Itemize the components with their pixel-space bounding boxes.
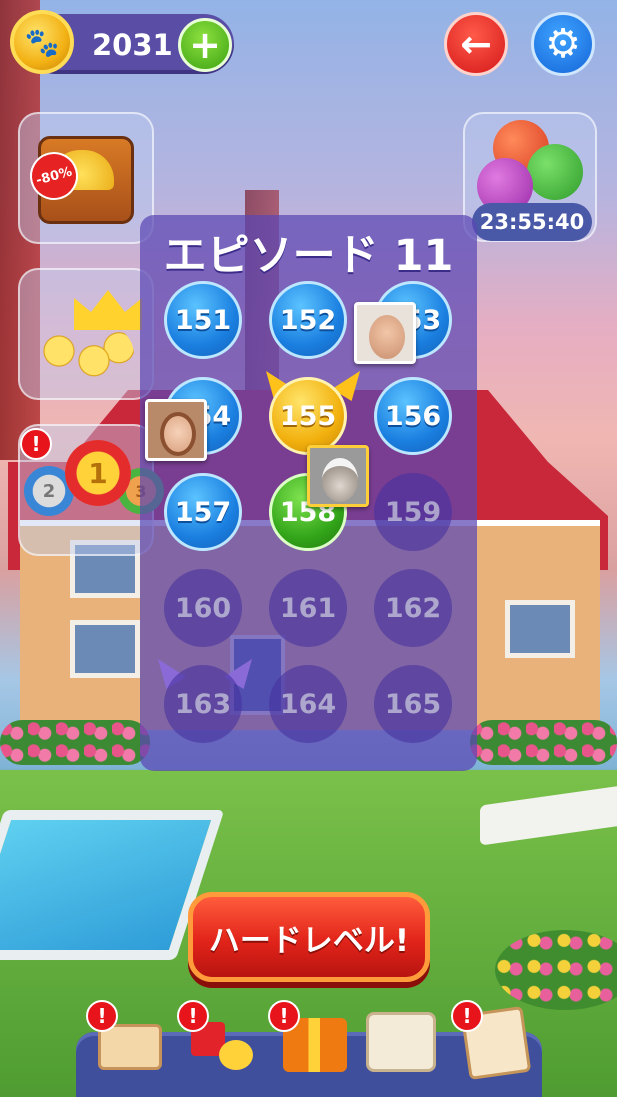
- episode-title: エピソード 11: [163, 231, 454, 281]
- house-window: [505, 600, 575, 658]
- house-window: [70, 620, 140, 678]
- alert-badge: !: [451, 1000, 483, 1032]
- add-coins-button[interactable]: +: [178, 18, 232, 72]
- level-button[interactable]: 156: [374, 377, 452, 455]
- settings-button[interactable]: ⚙: [531, 12, 595, 76]
- coin-count: 2031: [92, 28, 173, 62]
- yarn-ball-icon: [527, 144, 583, 200]
- friend-avatar[interactable]: [145, 399, 207, 461]
- locked-level-button[interactable]: 164: [269, 665, 347, 743]
- paw-coin-icon: 🐾: [10, 10, 74, 74]
- vip-crown-button[interactable]: [18, 268, 154, 400]
- level-button[interactable]: 151: [164, 281, 242, 359]
- coin-chest-offer-button[interactable]: -80%: [18, 112, 154, 244]
- gold-medal-icon: 1: [65, 440, 131, 506]
- event-timer: 23:55:40: [472, 203, 592, 241]
- alert-badge: !: [177, 1000, 209, 1032]
- hard-level-button[interactable]: ハードレベル!: [188, 892, 430, 982]
- coin-icon: [219, 1040, 253, 1070]
- flower-hedge: [470, 720, 617, 765]
- store-icon: [366, 1012, 436, 1072]
- locked-level-button[interactable]: 163: [164, 665, 242, 743]
- friend-avatar[interactable]: [307, 445, 369, 507]
- face-icon: [369, 315, 405, 359]
- level-button[interactable]: 157: [164, 473, 242, 551]
- crown-icon: [74, 290, 142, 330]
- alert-badge: !: [86, 1000, 118, 1032]
- crown-coins-icon: [34, 290, 142, 390]
- friend-avatar[interactable]: [354, 302, 416, 364]
- store-button[interactable]: [362, 1002, 438, 1078]
- locked-level-button[interactable]: 165: [374, 665, 452, 743]
- locked-level-button[interactable]: 161: [269, 569, 347, 647]
- current-level-button[interactable]: 155: [269, 377, 347, 455]
- locked-level-button[interactable]: 160: [164, 569, 242, 647]
- alert-badge: !: [268, 1000, 300, 1032]
- locked-level-button[interactable]: 162: [374, 569, 452, 647]
- locked-level-button[interactable]: 159: [374, 473, 452, 551]
- face-icon: [322, 458, 358, 502]
- alert-badge: !: [20, 428, 52, 460]
- back-button[interactable]: ←: [444, 12, 508, 76]
- flower-hedge: [0, 720, 150, 765]
- gear-icon: ⚙: [545, 21, 581, 67]
- face-icon: [160, 412, 196, 456]
- coin-pile-icon: [34, 325, 134, 390]
- arrow-left-icon: ←: [460, 22, 492, 66]
- level-button[interactable]: 152: [269, 281, 347, 359]
